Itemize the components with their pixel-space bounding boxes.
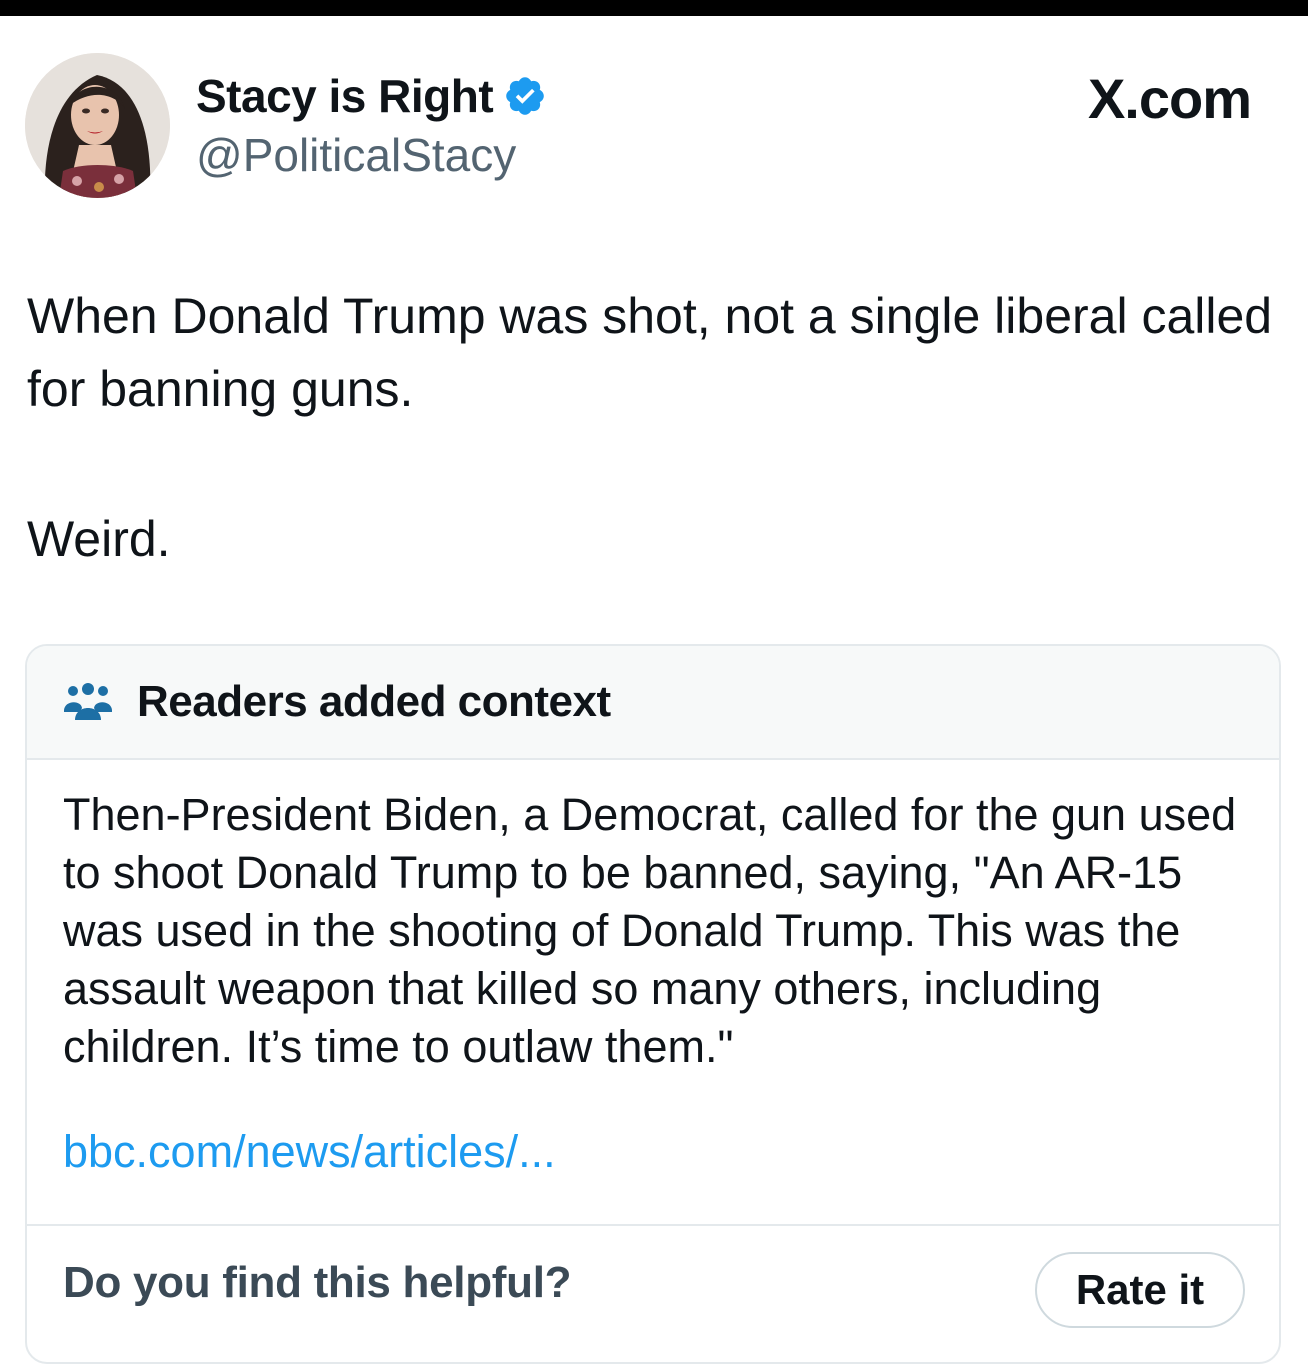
tweet-text: When Donald Trump was shot, not a single… bbox=[27, 288, 1273, 417]
tweet-text-second-paragraph: Weird. bbox=[27, 511, 171, 567]
verified-badge-icon[interactable] bbox=[503, 74, 547, 118]
top-bar bbox=[0, 0, 1308, 16]
community-note-card: Readers added context Then-President Bid… bbox=[25, 644, 1281, 1364]
site-label: X.com bbox=[1087, 67, 1252, 130]
people-icon bbox=[63, 682, 113, 722]
avatar[interactable] bbox=[25, 53, 170, 198]
rate-it-button[interactable]: Rate it bbox=[1035, 1252, 1245, 1328]
source-link[interactable]: bbc.com/news/articles/... bbox=[63, 1126, 556, 1178]
helpful-question: Do you find this helpful? bbox=[63, 1258, 572, 1307]
community-note-body: Then-President Biden, a Democrat, called… bbox=[63, 789, 1237, 1072]
community-note-title: Readers added context bbox=[137, 677, 611, 726]
user-handle[interactable]: @PoliticalStacy bbox=[196, 128, 516, 182]
avatar-image bbox=[25, 53, 170, 198]
display-name[interactable]: Stacy is Right bbox=[196, 69, 494, 123]
divider bbox=[27, 1224, 1279, 1226]
display-name-row[interactable]: Stacy is Right bbox=[196, 66, 547, 126]
community-note-header[interactable]: Readers added context bbox=[27, 646, 1279, 760]
